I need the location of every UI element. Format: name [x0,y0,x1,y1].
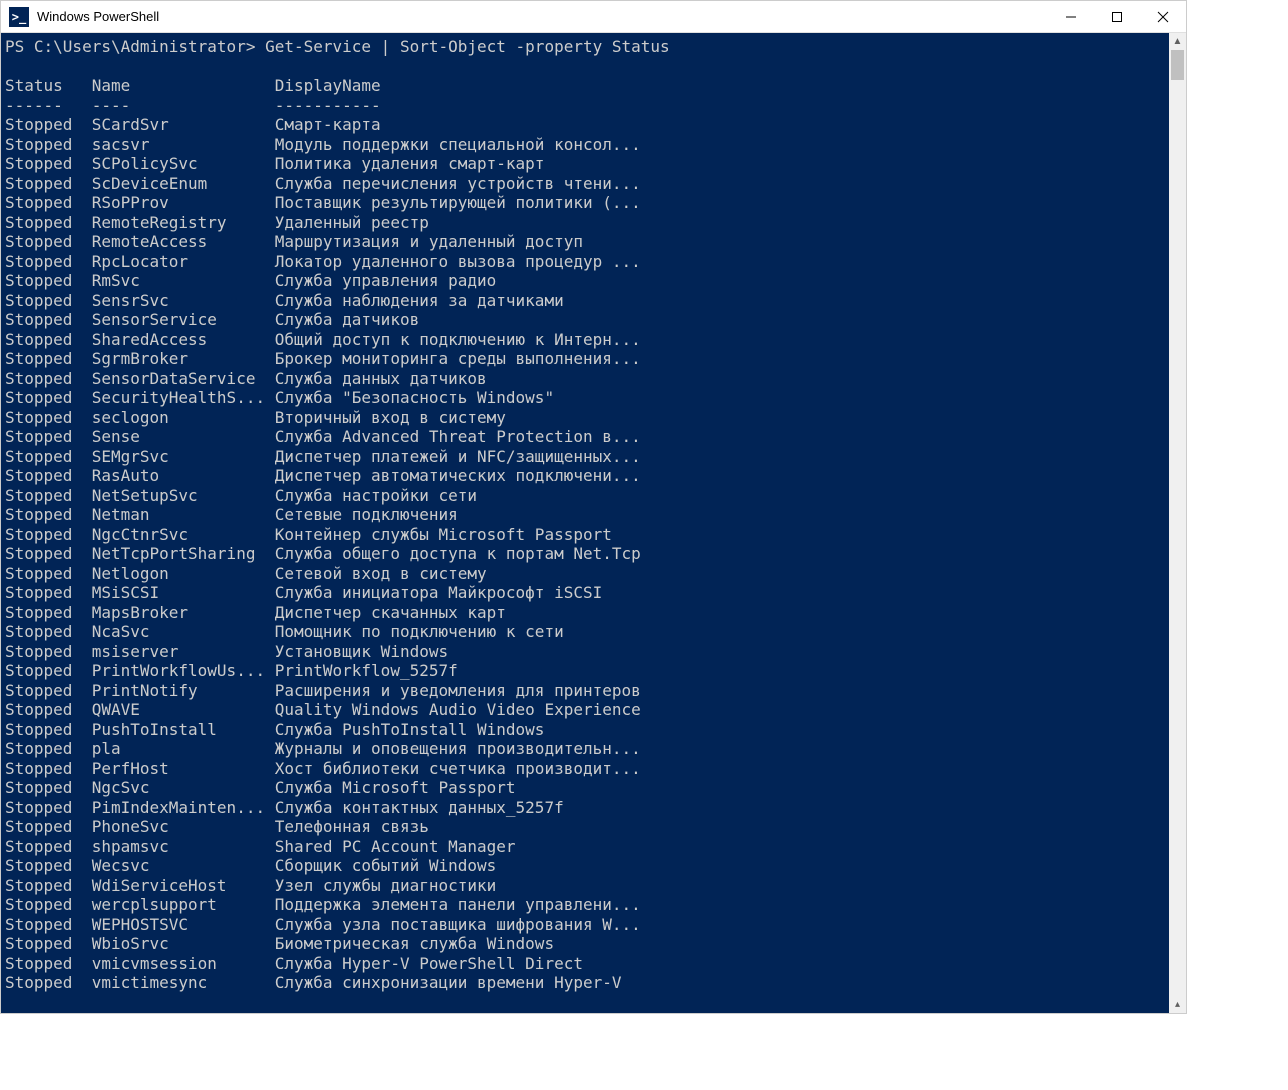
powershell-icon: >_ [9,7,29,27]
titlebar[interactable]: >_ Windows PowerShell [1,1,1186,33]
minimize-button[interactable] [1048,1,1094,33]
powershell-window: >_ Windows PowerShell PS C:\Users\Admini… [0,0,1187,1014]
scroll-up-button[interactable]: ▲ [1169,33,1186,50]
scroll-thumb[interactable] [1171,50,1184,80]
window-title: Windows PowerShell [37,9,159,24]
close-button[interactable] [1140,1,1186,33]
scroll-down-button[interactable]: ▴ [1169,996,1186,1013]
maximize-button[interactable] [1094,1,1140,33]
terminal-output[interactable]: PS C:\Users\Administrator> Get-Service |… [1,33,1169,1013]
vertical-scrollbar[interactable]: ▲ ▴ [1169,33,1186,1013]
